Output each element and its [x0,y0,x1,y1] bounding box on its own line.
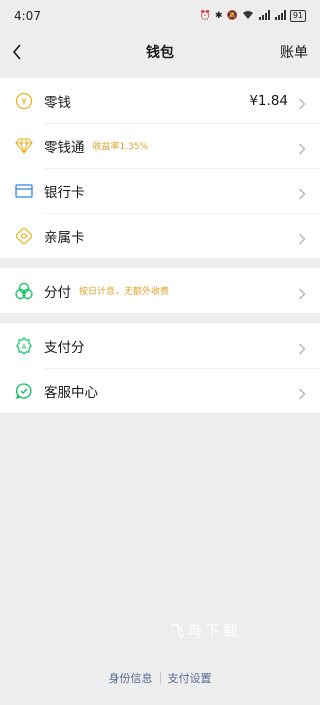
footer-links: 身份信息 支付设置 [0,670,320,686]
pay-score-row[interactable]: A 支付分 [0,323,320,368]
diamond-icon [14,136,34,156]
svg-text:¥: ¥ [21,97,27,107]
chevron-right-icon [298,385,306,399]
service-group: A 支付分 客服中心 [0,323,320,413]
change-label: 零钱 [44,94,71,111]
bank-card-row[interactable]: 银行卡 [0,168,320,213]
chevron-right-icon [298,230,306,244]
battery-icon: 91 [289,10,306,22]
bank-card-icon [14,181,34,201]
signal-icon-2 [274,9,286,23]
chevron-right-icon [298,285,306,299]
footer-divider [159,672,161,684]
status-time: 4:07 [14,9,41,23]
family-card-icon [14,226,34,246]
yield-rate-text: 收益率1.35% [92,142,149,152]
back-arrow-icon[interactable] [12,42,32,62]
fenfu-row[interactable]: 分付 按日计息，无额外收费 [0,268,320,313]
alarm-icon: ⏰ [199,11,212,21]
chevron-right-icon [298,185,306,199]
fenfu-group: 分付 按日计息，无额外收费 [0,268,320,313]
lingqiantong-label: 零钱通 [44,139,85,156]
change-balance: ¥1.84 [249,92,288,109]
wallet-group: ¥ 零钱 ¥1.84 零钱通 收益率1.35% 银行卡 亲属卡 [0,78,320,258]
chevron-right-icon [298,95,306,109]
chevron-right-icon [298,340,306,354]
fenfu-description: 按日计息，无额外收费 [79,287,170,297]
status-icons: ⏰ ✱ 🔕 91 [199,9,306,23]
status-bar: 4:07 ⏰ ✱ 🔕 91 [0,0,320,32]
family-card-row[interactable]: 亲属卡 [0,213,320,258]
page-title: 钱包 [146,45,174,61]
family-card-label: 亲属卡 [44,229,85,246]
bank-card-label: 银行卡 [44,184,85,201]
customer-service-label: 客服中心 [44,384,98,401]
svg-text:A: A [22,343,27,351]
nav-bar: 钱包 账单 [0,32,320,72]
lingqiantong-row[interactable]: 零钱通 收益率1.35% [0,123,320,168]
fenfu-label: 分付 [44,284,71,301]
payment-settings-link[interactable]: 支付设置 [168,670,212,686]
mute-icon: 🔕 [226,11,238,21]
yuan-coin-icon: ¥ [14,91,34,111]
chevron-right-icon [298,140,306,154]
identity-info-link[interactable]: 身份信息 [109,670,153,686]
watermark-text: 飞鸟下载 [168,622,241,640]
pay-score-icon: A [14,336,34,356]
wifi-icon [242,10,254,23]
customer-service-icon [14,381,34,401]
customer-service-row[interactable]: 客服中心 [0,368,320,413]
pay-score-label: 支付分 [44,339,85,356]
fenfu-icon [14,281,34,301]
bill-button[interactable]: 账单 [280,42,308,62]
signal-icon-1 [258,9,270,23]
change-row[interactable]: ¥ 零钱 ¥1.84 [0,78,320,123]
bluetooth-icon: ✱ [215,11,223,21]
